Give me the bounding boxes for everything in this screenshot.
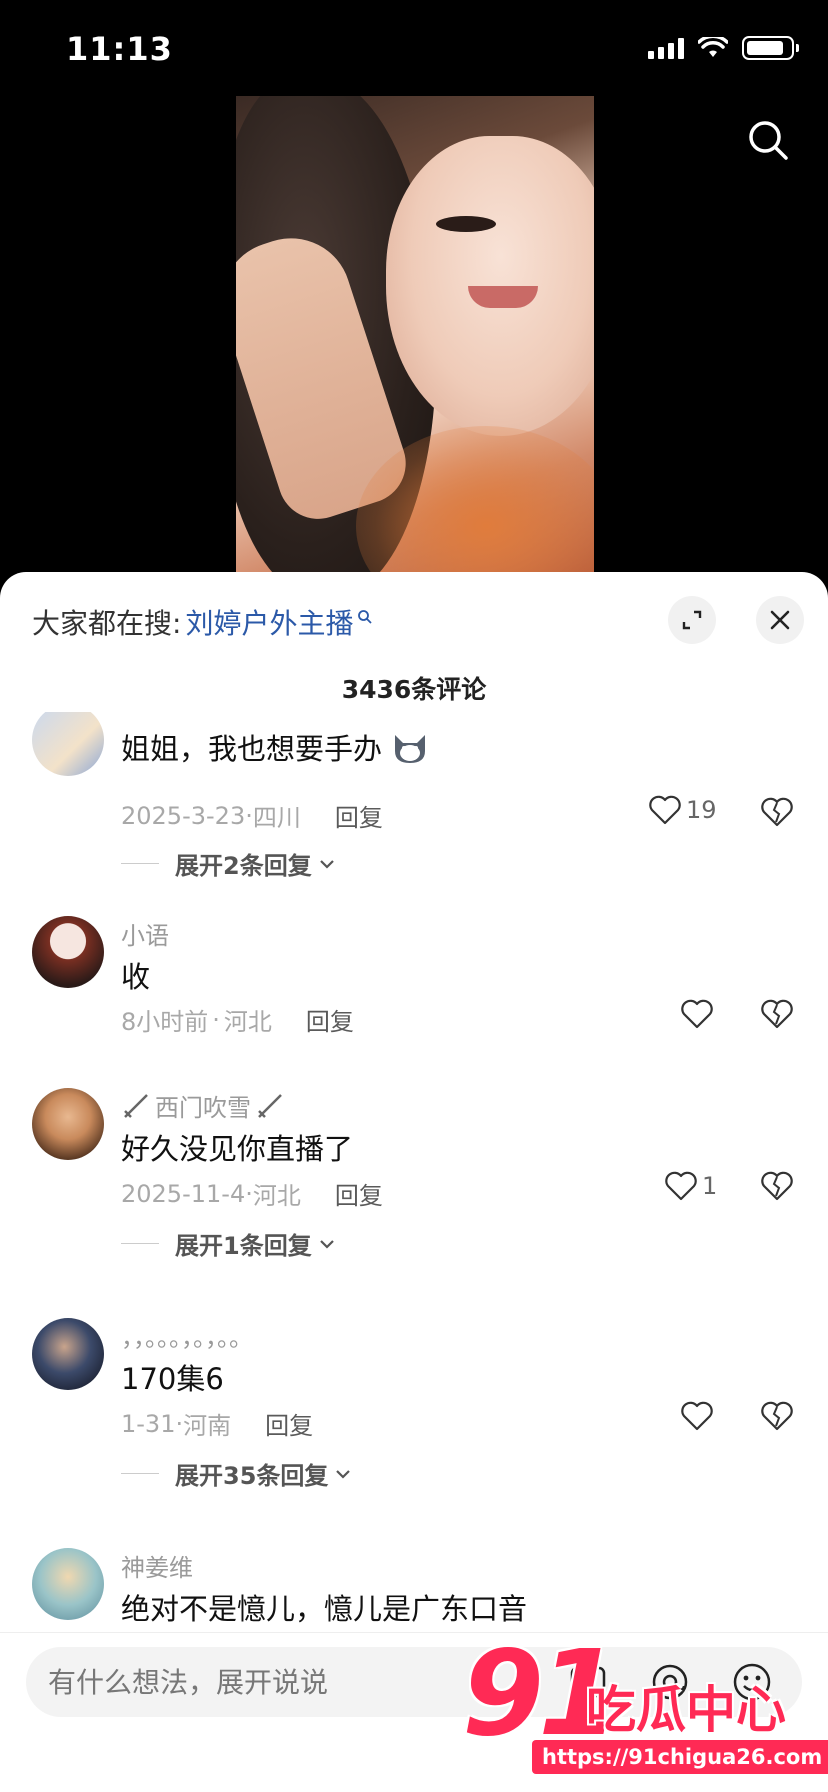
avatar[interactable] [32,916,104,988]
battery-icon [742,36,799,60]
comment-text: 收 [121,960,151,994]
watermark-url: https://91chigua26.com [532,1740,828,1774]
reply-button[interactable]: 回复 [265,1406,313,1441]
chevron-down-icon [336,1469,351,1479]
expand-button[interactable] [668,596,716,644]
comment-count: 3436条评论 [341,675,487,704]
expand-replies[interactable]: 展开1条回复 [121,1226,336,1261]
heart-icon [681,999,713,1029]
comment-meta: 2025-11-4 · 河北 回复 [121,1176,383,1211]
username[interactable]: 小语 [121,916,169,951]
comment-text: 绝对不是憶儿，憶儿是广东口音 [121,1592,528,1626]
comment-meta: 2025-3-23 · 四川 回复 [121,798,383,833]
comment-date: 1-31 [121,1409,176,1438]
status-bar: 11:13 [0,0,828,96]
comment-location: 河北 [223,1008,272,1036]
comment-location: 四川 [252,804,301,832]
chevron-down-icon [319,859,334,869]
comment-sheet: 大家都在搜: 刘婷户外主播 3436条评论 姐姐，我也想要手办 2025-3-2… [0,572,828,1792]
broken-heart-icon[interactable] [760,998,794,1030]
heart-icon [649,795,681,825]
comment-list[interactable]: 姐姐，我也想要手办 2025-3-23 · 四川 回复 19 展开2条回复 小语… [0,712,828,1632]
comment-location: 河北 [252,1182,301,1210]
heart-icon [665,1171,697,1201]
chevron-down-icon [319,1239,334,1249]
watermark-logo: 91 吃瓜中心 https://91chigua26.com [462,1624,828,1780]
username[interactable]: 神姜维 [121,1548,193,1583]
comment-meta: 1-31 · 河南 回复 [121,1406,313,1441]
reply-button[interactable]: 回复 [306,1002,354,1037]
reply-button[interactable]: 回复 [335,1176,383,1211]
like-button[interactable] [680,998,714,1030]
wifi-icon [698,37,728,57]
like-count: 1 [702,1172,718,1200]
search-icon[interactable] [744,116,792,164]
heart-icon [681,1401,713,1431]
close-button[interactable] [756,596,804,644]
trending-search[interactable]: 大家都在搜: 刘婷户外主播 [32,602,373,642]
video-thumbnail[interactable] [236,96,594,576]
status-icons [648,36,799,60]
signal-icon [648,37,684,59]
sheet-header: 大家都在搜: 刘婷户外主播 3436条评论 [0,572,828,712]
comment-meta: 8小时前 · 河北 回复 [121,1002,354,1037]
avatar[interactable] [32,1088,104,1160]
broken-heart-icon[interactable] [760,1170,794,1202]
like-button[interactable]: 1 [664,1170,717,1202]
expand-icon [682,610,702,630]
comment-location: 河南 [183,1412,232,1440]
trending-label: 大家都在搜: [32,607,182,640]
broken-heart-icon[interactable] [760,1400,794,1432]
comment-date: 8小时前 [121,1008,209,1036]
comment-text: 姐姐，我也想要手办 [121,726,429,768]
comment-text: 170集6 [121,1362,224,1396]
username[interactable]: ，，。。。，。，。。 [121,1318,253,1353]
reply-button[interactable]: 回复 [335,798,383,833]
expand-replies[interactable]: 展开2条回复 [121,846,336,881]
close-icon [770,610,790,630]
comment-date: 2025-3-23 [121,801,246,830]
sword-icon [258,1093,282,1118]
comment-text: 好久没见你直播了 [121,1132,354,1166]
trending-keyword[interactable]: 刘婷户外主播 [185,602,353,642]
username[interactable]: 西门吹雪 [121,1088,285,1123]
search-icon [358,610,373,624]
wolf-emoji-icon [395,735,426,763]
comment-date: 2025-11-4 [121,1179,246,1208]
watermark-text: 吃瓜中心 [586,1681,786,1739]
avatar[interactable] [32,712,104,776]
avatar[interactable] [32,1318,104,1390]
expand-replies[interactable]: 展开35条回复 [121,1456,352,1491]
avatar[interactable] [32,1548,104,1620]
broken-heart-icon[interactable] [760,796,794,828]
sword-icon [124,1093,148,1118]
like-button[interactable] [680,1400,714,1432]
status-time: 11:13 [66,30,173,68]
like-count: 19 [686,796,717,824]
like-button[interactable]: 19 [648,794,717,826]
